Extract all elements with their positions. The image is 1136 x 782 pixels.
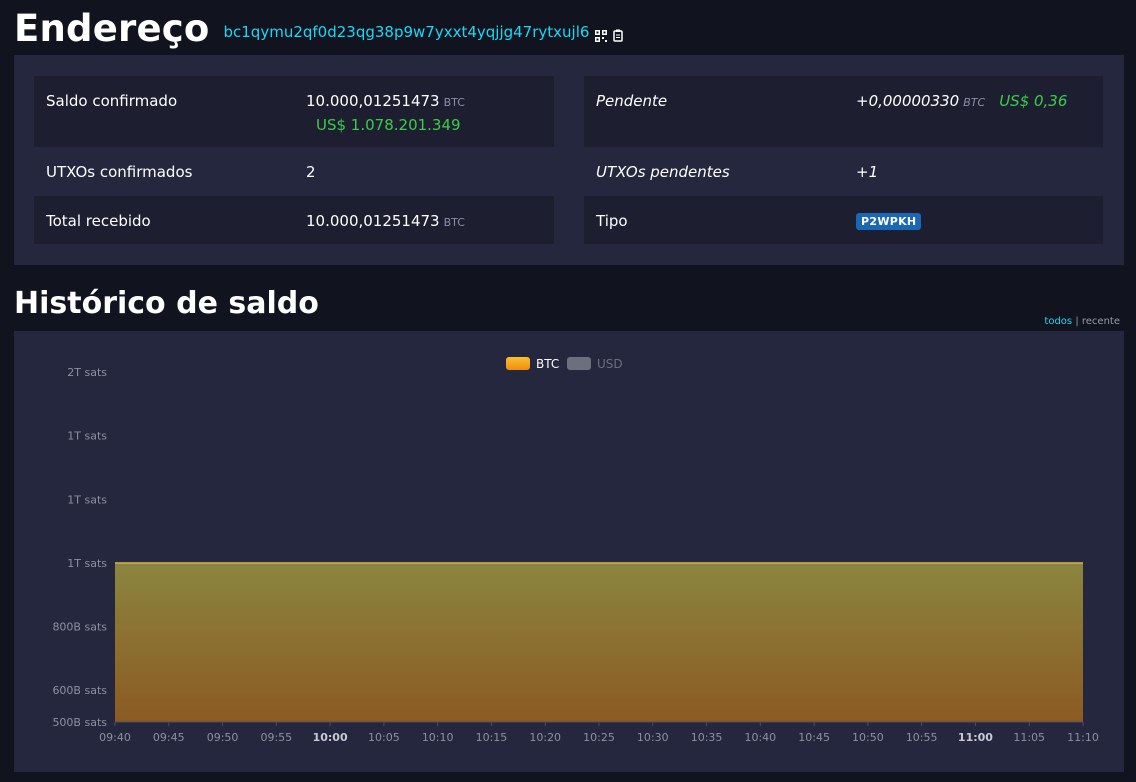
x-tick-label: 10:20 <box>529 731 561 744</box>
x-tick-label: 09:55 <box>260 731 292 744</box>
total-received-row: Total recebido 10.000,01251473 BTC <box>34 196 554 244</box>
balance-history-chart: 2T sats 1T sats 1T sats 1T sats 800B sats 600… <box>14 331 1124 772</box>
x-tick-label: 10:55 <box>906 731 938 744</box>
x-tick-label: 10:45 <box>798 731 830 744</box>
pending-usd: US$ 0,36 <box>999 92 1068 110</box>
utxos-pending-row: UTXOs pendentes +1 <box>584 147 1103 196</box>
page-title: Endereço <box>14 6 210 50</box>
y-tick-label: 600B sats <box>52 684 107 697</box>
x-tick-label: 10:05 <box>368 731 400 744</box>
x-tick-label: 09:45 <box>153 731 185 744</box>
y-tick-label: 1T sats <box>67 493 107 506</box>
utxos-confirmed-row: UTXOs confirmados 2 <box>34 147 554 196</box>
x-tick-label: 10:35 <box>691 731 723 744</box>
confirmed-balance-usd: US$ 1.078.201.349 <box>316 116 461 134</box>
address-value[interactable]: bc1qymu2qf0d23qg38p9w7yxxt4yqjjg47rytxuj… <box>224 23 590 41</box>
history-title: Histórico de saldo <box>14 286 319 321</box>
y-tick-label: 500B sats <box>52 716 107 729</box>
pending-unit: BTC <box>963 96 986 109</box>
total-received-label: Total recebido <box>46 212 151 230</box>
confirmed-balance-value: 10.000,01251473 <box>306 92 440 110</box>
legend-swatch-btc <box>506 357 530 370</box>
x-tick-label: 10:15 <box>476 731 508 744</box>
y-tick-label: 800B sats <box>52 621 107 634</box>
x-tick-label: 10:25 <box>583 731 615 744</box>
pending-label: Pendente <box>596 92 668 110</box>
pending-value: +0,00000330 <box>856 92 960 110</box>
address-summary: Saldo confirmado 10.000,01251473 BTC US$ … <box>14 55 1124 265</box>
address-type-badge: P2WPKH <box>856 213 922 230</box>
legend-label-btc: BTC <box>536 357 559 371</box>
total-received-unit: BTC <box>443 216 465 229</box>
y-tick-label: 1T sats <box>67 557 107 570</box>
x-tick-label: 10:40 <box>744 731 776 744</box>
toggle-separator: | <box>1075 316 1079 327</box>
confirmed-balance-unit: BTC <box>443 96 465 109</box>
x-tick-label: 09:40 <box>99 731 131 744</box>
confirmed-balance-label: Saldo confirmado <box>46 92 178 110</box>
utxos-pending-value: +1 <box>856 163 879 181</box>
address-header: Endereço bc1qymu2qf0d23qg38p9w7yxxt4yqjj… <box>14 6 625 50</box>
pending-row: Pendente +0,00000330 BTC US$ 0,36 <box>584 76 1103 147</box>
legend-label-usd: USD <box>597 357 623 371</box>
total-received-value: 10.000,01251473 <box>306 212 440 230</box>
type-row: Tipo P2WPKH <box>584 196 1103 244</box>
utxos-confirmed-label: UTXOs confirmados <box>46 163 193 181</box>
x-tick-label: 10:30 <box>637 731 669 744</box>
y-tick-label: 2T sats <box>67 366 107 379</box>
x-tick-label: 11:10 <box>1067 731 1099 744</box>
x-tick-label: 09:50 <box>207 731 239 744</box>
toggle-all-link[interactable]: todos <box>1044 316 1072 327</box>
qr-code-icon[interactable] <box>595 27 608 42</box>
x-tick-label: 10:50 <box>852 731 884 744</box>
toggle-recent-link[interactable]: recente <box>1082 316 1120 327</box>
legend-swatch-usd <box>567 357 591 370</box>
chart-svg: 2T sats 1T sats 1T sats 1T sats 800B sats 600… <box>52 357 1099 744</box>
utxos-confirmed-value: 2 <box>306 163 316 181</box>
copy-icon[interactable] <box>613 27 625 42</box>
confirmed-balance-row: Saldo confirmado 10.000,01251473 BTC US$ … <box>34 76 554 147</box>
y-tick-label: 1T sats <box>67 430 107 443</box>
x-tick-label: 11:05 <box>1013 731 1045 744</box>
history-range-toggle: todos | recente <box>1044 316 1120 327</box>
x-tick-label: 10:10 <box>422 731 454 744</box>
btc-balance-area <box>115 562 1083 722</box>
type-label: Tipo <box>596 212 628 230</box>
x-tick-label: 10:00 <box>313 731 348 744</box>
x-tick-label: 11:00 <box>958 731 993 744</box>
utxos-pending-label: UTXOs pendentes <box>596 163 730 181</box>
